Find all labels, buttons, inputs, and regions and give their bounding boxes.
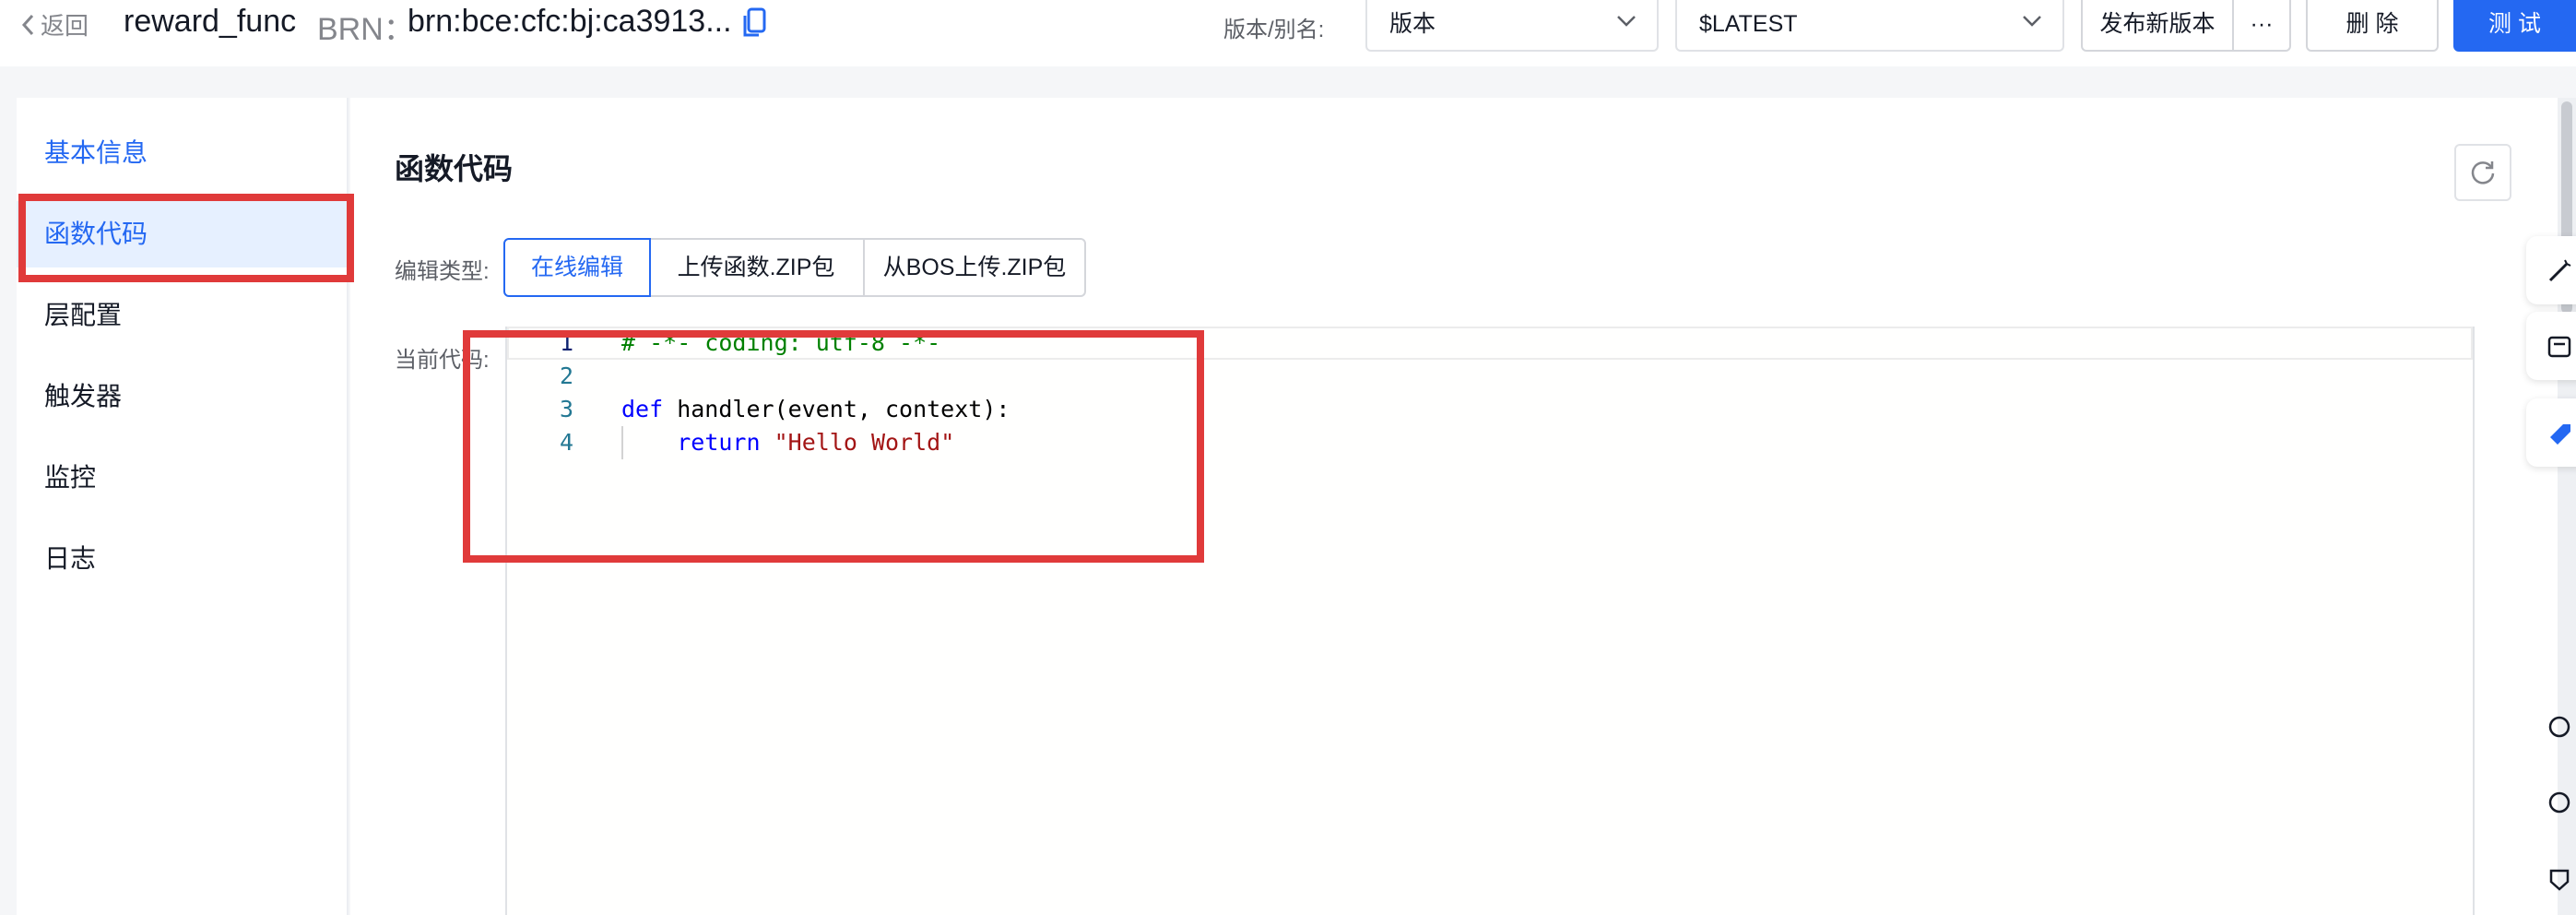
feedback-icon <box>2549 869 2570 891</box>
chat-icon <box>2548 716 2570 738</box>
alias-select-value: $LATEST <box>1699 11 1798 37</box>
current-code-label: 当前代码: <box>395 348 490 373</box>
float-help-button[interactable] <box>2541 780 2576 826</box>
page-title: 函数代码 <box>395 152 514 185</box>
float-feedback-button[interactable] <box>2541 856 2576 902</box>
code-token: def <box>621 396 664 422</box>
code-text: def handler(event, context): <box>621 393 1010 426</box>
code-text: # -*- coding: utf-8 -*- <box>621 327 940 360</box>
version-alias-label: 版本/别名: <box>1223 18 1325 42</box>
line-number: 3 <box>559 396 573 422</box>
edit-type-label: 编辑类型: <box>395 259 490 284</box>
code-token: # -*- coding: utf-8 -*- <box>621 329 941 356</box>
indent-guide <box>621 426 623 459</box>
float-chat-button[interactable] <box>2541 705 2576 751</box>
line-number: 4 <box>559 429 573 456</box>
tab-online-edit[interactable]: 在线编辑 <box>503 238 651 297</box>
top-bar: 返回 reward_func BRN： brn:bce:cfc:bj:ca391… <box>0 0 2576 66</box>
sidebar-item-logs[interactable]: 日志 <box>17 526 349 592</box>
version-select-value: 版本 <box>1389 11 1436 37</box>
sidebar-item-monitoring[interactable]: 监控 <box>17 445 349 511</box>
function-name: reward_func <box>124 4 297 39</box>
code-token: "Hello World" <box>774 429 955 456</box>
help-icon <box>2548 791 2570 814</box>
magic-wand-icon <box>2548 259 2571 282</box>
tab-upload-from-bos[interactable]: 从BOS上传.ZIP包 <box>863 238 1086 297</box>
chevron-down-icon <box>2023 16 2041 27</box>
sidebar-item-function-code[interactable]: 函数代码 <box>17 201 349 267</box>
copy-icon[interactable] <box>741 7 767 43</box>
delete-button[interactable]: 删 除 <box>2306 0 2439 52</box>
version-select[interactable]: 版本 <box>1365 0 1659 52</box>
float-rocket-button[interactable] <box>2526 398 2576 467</box>
sidebar-item-triggers[interactable]: 触发器 <box>17 363 349 430</box>
brn-value: brn:bce:cfc:bj:ca3913... <box>408 4 732 39</box>
float-magic-button[interactable] <box>2526 236 2576 304</box>
back-label: 返回 <box>41 12 89 40</box>
main-panel: 函数代码 编辑类型: 在线编辑 上传函数.ZIP包 从BOS上传.ZIP包 当前… <box>350 98 2558 915</box>
back-link[interactable]: 返回 <box>20 7 89 42</box>
code-text: return "Hello World" <box>621 426 954 459</box>
refresh-icon <box>2471 161 2495 184</box>
float-calendar-button[interactable] <box>2526 312 2576 380</box>
line-number: 2 <box>559 362 573 389</box>
publish-version-button[interactable]: 发布新版本 <box>2081 0 2234 52</box>
refresh-button[interactable] <box>2454 144 2511 201</box>
alias-select[interactable]: $LATEST <box>1675 0 2064 52</box>
tab-upload-zip[interactable]: 上传函数.ZIP包 <box>649 238 865 297</box>
chevron-left-icon <box>21 14 34 35</box>
code-token: return <box>677 429 761 456</box>
sidebar-item-basic-info[interactable]: 基本信息 <box>17 120 349 186</box>
test-button[interactable]: 测 试 <box>2453 0 2576 52</box>
code-editor[interactable]: 1 # -*- coding: utf-8 -*- 2 3 def handler(ev… <box>505 327 2475 915</box>
code-token: handler(event, context): <box>663 396 1010 422</box>
sidebar: 基本信息 函数代码 层配置 触发器 监控 日志 <box>17 98 349 915</box>
calendar-icon <box>2547 336 2571 358</box>
chevron-down-icon <box>1617 16 1636 27</box>
more-options-button[interactable]: ··· <box>2232 0 2291 52</box>
line-number: 1 <box>559 329 573 356</box>
rocket-icon <box>2550 424 2570 445</box>
sidebar-item-layers[interactable]: 层配置 <box>17 282 349 349</box>
brn-label: BRN： <box>317 12 415 47</box>
